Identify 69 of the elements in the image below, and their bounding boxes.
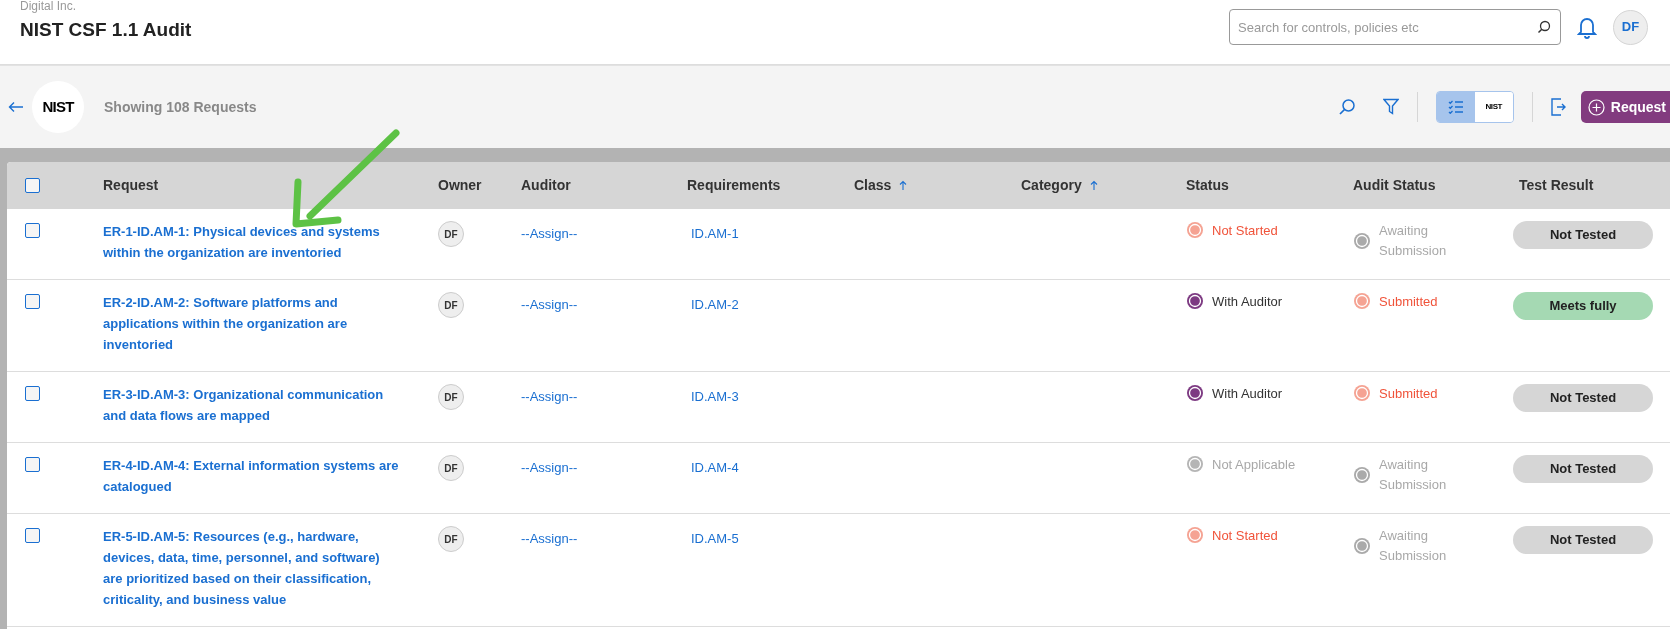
status-label: With Auditor	[1212, 293, 1283, 311]
request-link[interactable]: ER-4-ID.AM-4: External information systems are catalogued	[103, 455, 400, 497]
test-result-badge: Meets fully	[1513, 292, 1653, 320]
export-icon[interactable]	[1550, 98, 1566, 116]
list-view-toggle[interactable]	[1436, 92, 1475, 122]
row-checkbox[interactable]	[25, 386, 40, 401]
status-label: Awaiting Submission	[1379, 527, 1448, 565]
requirement-link[interactable]: ID.AM-1	[691, 226, 739, 241]
status-label: Not Started	[1212, 222, 1278, 240]
sort-arrow-icon[interactable]	[899, 180, 908, 191]
column-header[interactable]: Owner	[438, 175, 482, 196]
row-checkbox[interactable]	[25, 223, 40, 238]
column-header[interactable]: Requirements	[687, 175, 781, 196]
bell-icon[interactable]	[1577, 15, 1597, 39]
column-header[interactable]: Auditor	[521, 175, 571, 196]
owner-avatar: DF	[438, 292, 464, 318]
assign-auditor-link[interactable]: --Assign--	[521, 389, 578, 404]
assign-auditor-link[interactable]: --Assign--	[521, 460, 578, 475]
request-link[interactable]: ER-3-ID.AM-3: Organizational communication and data flows are mapped	[103, 384, 400, 426]
row-checkbox[interactable]	[25, 294, 40, 309]
requirement-link[interactable]: ID.AM-5	[691, 531, 739, 546]
sort-arrow-icon[interactable]	[1089, 180, 1098, 191]
assign-auditor-link[interactable]: --Assign--	[521, 297, 578, 312]
page-title: NIST CSF 1.1 Audit	[20, 18, 192, 42]
column-header[interactable]: Request	[103, 175, 159, 196]
row-checkbox[interactable]	[25, 528, 40, 543]
column-header[interactable]: Test Result	[1519, 175, 1594, 196]
status-label: Not Started	[1212, 527, 1278, 545]
assign-auditor-link[interactable]: --Assign--	[521, 531, 578, 546]
organization-name: Digital Inc.	[20, 0, 78, 12]
user-avatar[interactable]: DF	[1613, 9, 1648, 45]
status-label: Awaiting Submission	[1379, 222, 1448, 260]
column-header[interactable]: Class	[854, 175, 892, 196]
status-label: With Auditor	[1212, 385, 1283, 403]
requirement-link[interactable]: ID.AM-2	[691, 297, 739, 312]
request-link[interactable]: ER-1-ID.AM-1: Physical devices and systems within the organization are inventoried	[103, 221, 400, 263]
search-icon[interactable]	[1337, 98, 1356, 116]
nist-logo: NIST	[32, 81, 84, 133]
checklist-icon	[1447, 100, 1464, 114]
column-header[interactable]: Status	[1186, 175, 1229, 196]
test-result-badge: Not Tested	[1513, 221, 1653, 249]
filter-icon[interactable]	[1382, 98, 1399, 116]
test-result-badge: Not Tested	[1513, 526, 1653, 554]
column-header[interactable]: Audit Status	[1353, 175, 1436, 196]
select-all-checkbox[interactable]	[25, 178, 40, 193]
add-request-button[interactable]: Request	[1580, 91, 1670, 123]
status-label: Not Applicable	[1212, 456, 1296, 474]
back-arrow-icon[interactable]	[8, 101, 24, 113]
status-label: Submitted	[1379, 385, 1438, 403]
request-count: Showing 108 Requests	[104, 97, 257, 117]
requirement-link[interactable]: ID.AM-4	[691, 460, 739, 475]
search-field[interactable]: Search for controls, policies etc	[1229, 9, 1561, 45]
column-header[interactable]: Category	[1021, 175, 1082, 196]
owner-avatar: DF	[438, 526, 464, 552]
search-icon	[1537, 20, 1551, 34]
assign-auditor-link[interactable]: --Assign--	[521, 226, 578, 241]
logo-view-toggle[interactable]: NIST	[1474, 92, 1513, 122]
owner-avatar: DF	[438, 221, 464, 247]
status-label: Submitted	[1379, 293, 1438, 311]
row-checkbox[interactable]	[25, 457, 40, 472]
owner-avatar: DF	[438, 384, 464, 410]
test-result-badge: Not Tested	[1513, 384, 1653, 412]
request-link[interactable]: ER-5-ID.AM-5: Resources (e.g., hardware, devices, data, time, personnel, and software) are prioritized based on their classification, criticality, and business value	[103, 526, 400, 610]
request-link[interactable]: ER-2-ID.AM-2: Software platforms and applications within the organization are inventoried	[103, 292, 400, 355]
requirement-link[interactable]: ID.AM-3	[691, 389, 739, 404]
owner-avatar: DF	[438, 455, 464, 481]
status-label: Awaiting Submission	[1379, 456, 1448, 494]
test-result-badge: Not Tested	[1513, 455, 1653, 483]
plus-circle-icon	[1587, 98, 1605, 116]
